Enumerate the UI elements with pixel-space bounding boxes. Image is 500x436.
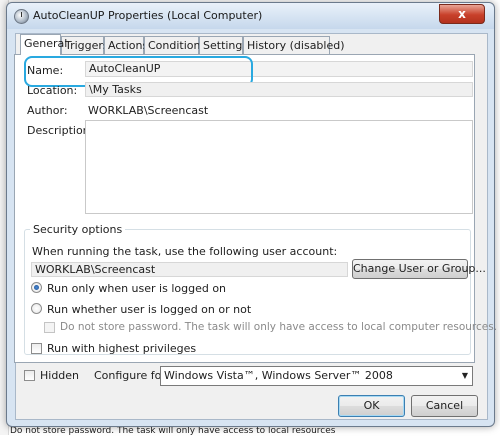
tab-conditions[interactable]: Conditions bbox=[144, 36, 206, 54]
no-store-password-checkbox[interactable] bbox=[44, 322, 55, 333]
change-user-button[interactable]: Change User or Group... bbox=[352, 259, 486, 279]
hidden-checkbox[interactable] bbox=[24, 370, 35, 381]
ok-button[interactable]: OK bbox=[338, 395, 405, 417]
location-label: Location: bbox=[27, 84, 78, 97]
author-value: WORKLAB\Screencast bbox=[88, 104, 209, 117]
author-label: Author: bbox=[27, 104, 68, 117]
tab-history[interactable]: History (disabled) bbox=[243, 36, 345, 54]
radio-run-whether-label[interactable]: Run whether user is logged on or not bbox=[47, 303, 251, 316]
configure-for-value: Windows Vista™, Windows Server™ 2008 bbox=[164, 369, 393, 382]
description-label: Description: bbox=[27, 124, 94, 137]
security-options-title: Security options bbox=[30, 223, 126, 236]
dropdown-arrow-icon: ▼ bbox=[461, 371, 468, 380]
radio-run-logged-on[interactable] bbox=[31, 282, 42, 293]
configure-for-label: Configure for: bbox=[94, 369, 170, 382]
cancel-button[interactable]: Cancel bbox=[411, 395, 478, 417]
account-prompt: When running the task, use the following… bbox=[32, 245, 338, 258]
user-account-field: WORKLAB\Screencast bbox=[31, 262, 348, 277]
no-store-password-label: Do not store password. The task will onl… bbox=[60, 321, 498, 333]
hidden-label[interactable]: Hidden bbox=[40, 369, 79, 382]
highest-privileges-checkbox[interactable] bbox=[31, 343, 42, 354]
close-button[interactable]: x bbox=[439, 4, 485, 24]
configure-for-select[interactable]: Windows Vista™, Windows Server™ 2008 ▼ bbox=[160, 366, 473, 386]
tab-actions[interactable]: Actions bbox=[104, 36, 148, 54]
window-title: AutoCleanUP Properties (Local Computer) bbox=[33, 9, 263, 22]
tab-triggers[interactable]: Triggers bbox=[61, 36, 109, 54]
radio-run-logged-on-label[interactable]: Run only when user is logged on bbox=[47, 282, 226, 295]
title-bar[interactable]: AutoCleanUP Properties (Local Computer) … bbox=[7, 3, 494, 29]
highest-privileges-label[interactable]: Run with highest privileges bbox=[47, 342, 196, 355]
description-textarea[interactable] bbox=[85, 120, 473, 214]
tab-settings[interactable]: Settings bbox=[199, 36, 248, 54]
radio-run-whether[interactable] bbox=[31, 303, 42, 314]
location-field: \My Tasks bbox=[85, 82, 473, 97]
tab-general[interactable]: General bbox=[20, 34, 67, 55]
task-scheduler-icon bbox=[14, 9, 29, 24]
